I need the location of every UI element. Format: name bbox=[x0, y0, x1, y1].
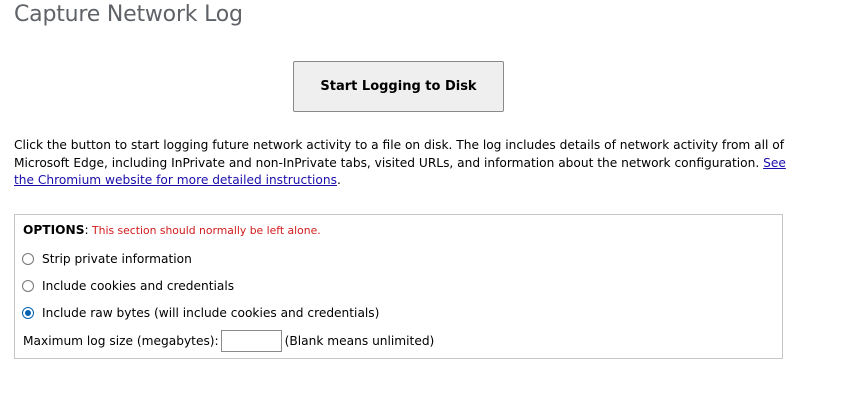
options-header: OPTIONS: This section should normally be… bbox=[23, 223, 321, 237]
options-warning-note: This section should normally be left alo… bbox=[88, 224, 321, 237]
radio-strip-private[interactable]: Strip private information bbox=[21, 249, 192, 269]
radio-label: Strip private information bbox=[42, 252, 192, 266]
radio-label: Include cookies and credentials bbox=[42, 279, 235, 293]
max-log-size-label: Maximum log size (megabytes): bbox=[23, 334, 219, 348]
radio-button[interactable] bbox=[22, 280, 34, 292]
max-log-size-input[interactable] bbox=[220, 330, 282, 352]
description-text: Click the button to start logging future… bbox=[14, 137, 794, 190]
page-title: Capture Network Log bbox=[14, 2, 243, 27]
max-log-size-row: Maximum log size (megabytes): (Blank mea… bbox=[23, 330, 434, 352]
radio-include-raw-bytes[interactable]: Include raw bytes (will include cookies … bbox=[21, 303, 379, 323]
max-log-size-hint: (Blank means unlimited) bbox=[284, 334, 435, 348]
radio-include-cookies[interactable]: Include cookies and credentials bbox=[21, 276, 234, 296]
options-section: OPTIONS: This section should normally be… bbox=[14, 214, 783, 359]
description-period: . bbox=[336, 173, 341, 187]
start-logging-button[interactable]: Start Logging to Disk bbox=[293, 61, 504, 112]
description-body: Click the button to start logging future… bbox=[14, 138, 785, 170]
radio-label: Include raw bytes (will include cookies … bbox=[42, 306, 380, 320]
radio-button-checked[interactable] bbox=[22, 307, 34, 319]
options-label: OPTIONS bbox=[23, 223, 85, 237]
radio-button[interactable] bbox=[22, 253, 34, 265]
